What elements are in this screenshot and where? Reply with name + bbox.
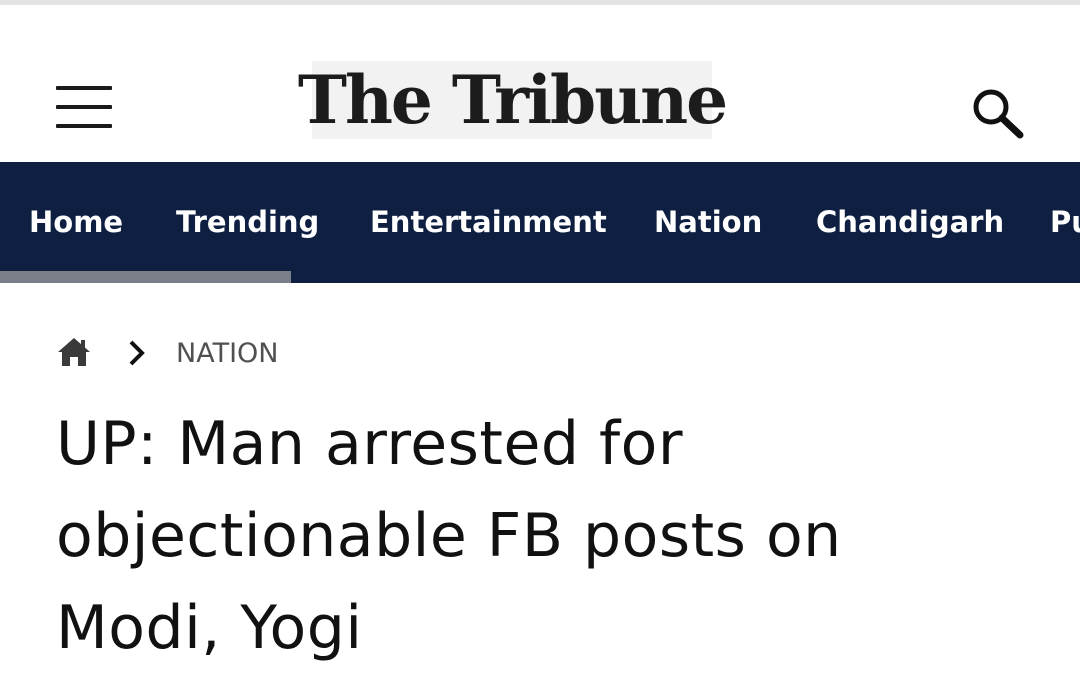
menu-line bbox=[56, 105, 112, 109]
nav-item-home[interactable]: Home bbox=[29, 203, 123, 241]
nav-item-entertainment[interactable]: Entertainment bbox=[370, 203, 607, 241]
article-headline: UP: Man arrested for objectionable FB po… bbox=[56, 409, 842, 663]
nav-item-trending[interactable]: Trending bbox=[176, 203, 319, 241]
breadcrumb-section[interactable]: NATION bbox=[176, 335, 278, 373]
menu-line bbox=[56, 124, 112, 128]
search-icon[interactable] bbox=[968, 85, 1028, 139]
chevron-right-icon bbox=[126, 338, 148, 368]
nav-item-punjab[interactable]: Pu bbox=[1050, 203, 1080, 241]
nav-item-chandigarh[interactable]: Chandigarh bbox=[816, 203, 1004, 241]
main-nav: Home Trending Entertainment Nation Chand… bbox=[0, 162, 1080, 283]
hamburger-menu-icon[interactable] bbox=[56, 86, 112, 128]
logo-text: The Tribune bbox=[297, 61, 728, 139]
nav-scrollbar[interactable] bbox=[0, 271, 291, 283]
site-header: The Tribune bbox=[0, 5, 1080, 162]
menu-line bbox=[56, 86, 112, 90]
site-logo[interactable]: The Tribune bbox=[298, 61, 728, 139]
nav-item-nation[interactable]: Nation bbox=[654, 203, 762, 241]
home-icon[interactable] bbox=[56, 336, 92, 368]
